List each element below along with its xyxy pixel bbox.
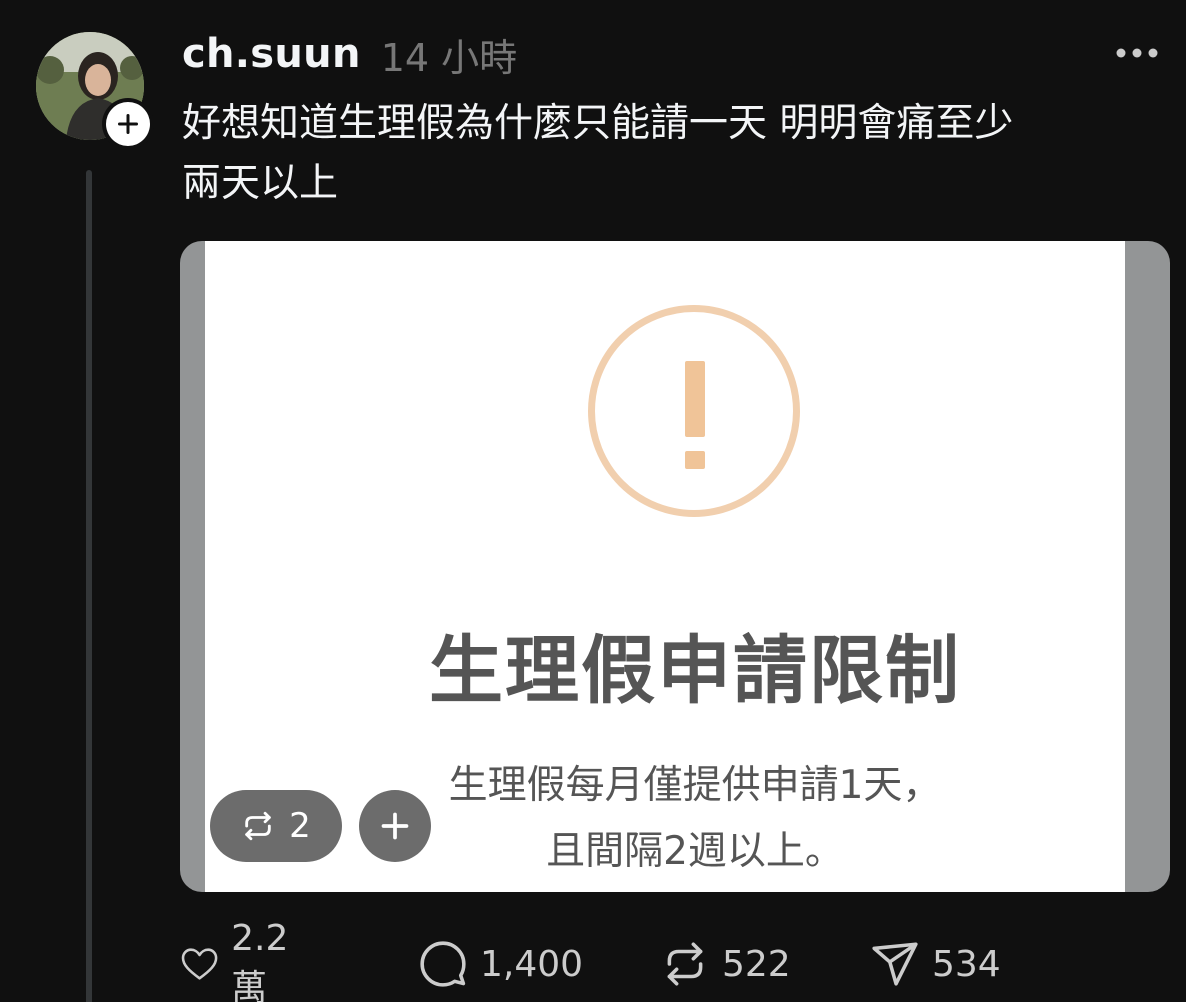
avatar-container — [36, 32, 154, 150]
repost-icon — [667, 942, 703, 986]
image-add-button[interactable] — [359, 790, 431, 862]
thread-line — [86, 170, 92, 1002]
heart-icon — [181, 948, 218, 980]
username[interactable]: ch.suun — [182, 31, 361, 77]
more-dots-icon — [1116, 48, 1158, 58]
follow-badge-inner — [106, 102, 150, 146]
like-button[interactable]: 2.2萬 — [180, 918, 301, 1002]
plus-icon — [118, 114, 138, 134]
image-content: 生理假申請限制 生理假每月僅提供申請1天， 且間隔2週以上。 — [205, 241, 1125, 892]
notice-body: 生理假每月僅提供申請1天， 且間隔2週以上。 — [205, 753, 1170, 885]
exclamation-dot — [685, 451, 705, 469]
post-header: ch.suun 14 小時 — [182, 28, 517, 80]
reply-button[interactable]: 1,400 — [418, 936, 583, 992]
notice-line: 生理假每月僅提供申請1天， — [448, 763, 942, 808]
timestamp[interactable]: 14 小時 — [381, 27, 517, 82]
share-button[interactable]: 534 — [870, 936, 1001, 992]
thread-post: ch.suun 14 小時 好想知道生理假為什麼只能請一天 明明會痛至少 兩天以… — [0, 0, 1186, 1002]
post-text-line: 兩天以上 — [182, 161, 339, 206]
like-count: 2.2萬 — [231, 917, 289, 1002]
repost-count: 522 — [722, 943, 791, 985]
exclamation-bar — [685, 361, 705, 437]
post-text: 好想知道生理假為什麼只能請一天 明明會痛至少 兩天以上 — [182, 94, 1162, 214]
image-repost-button[interactable]: 2 — [210, 790, 342, 862]
more-button[interactable] — [1112, 38, 1162, 68]
reply-count: 1,400 — [480, 943, 584, 985]
plus-icon — [381, 812, 409, 840]
follow-button[interactable] — [102, 98, 154, 150]
post-image[interactable]: 生理假申請限制 生理假每月僅提供申請1天， 且間隔2週以上。 — [180, 241, 1170, 892]
comment-bubble-icon — [420, 941, 466, 987]
notice-line: 且間隔2週以上。 — [546, 829, 844, 874]
repost-button[interactable]: 522 — [660, 936, 791, 992]
share-count: 534 — [932, 943, 1001, 985]
repost-icon — [245, 811, 271, 841]
send-icon — [872, 942, 918, 986]
image-repost-count: 2 — [289, 806, 311, 846]
post-text-line: 好想知道生理假為什麼只能請一天 明明會痛至少 — [182, 101, 1014, 146]
notice-title: 生理假申請限制 — [429, 628, 961, 714]
